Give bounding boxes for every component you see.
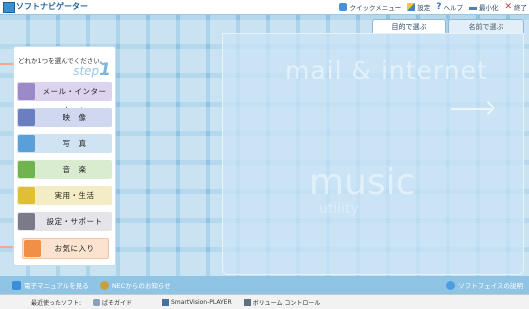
video-icon — [18, 109, 35, 126]
step-indicator: step1 — [73, 60, 111, 80]
title-toolbar: クイックメニュー 設定 ? ヘルプ 最小化 ✕ 終了 — [339, 0, 527, 14]
manual-icon — [12, 280, 21, 290]
title-bar: ソフトナビゲーター クイックメニュー 設定 ? ヘルプ 最小化 ✕ 終了 — [0, 0, 529, 15]
guide-icon — [93, 299, 101, 306]
step-word: step — [73, 64, 100, 78]
volume-icon — [243, 299, 251, 306]
settings-label: 設定 — [417, 4, 431, 12]
recent-item-label: ぱそガイド — [102, 300, 133, 307]
minimize-label: 最小化 — [478, 4, 499, 12]
watermark-utility: utility — [319, 201, 359, 217]
window-title: ソフトナビゲーター — [16, 2, 88, 11]
category-label: 実用・生活 — [54, 191, 95, 200]
favorites-label: お気に入り — [54, 244, 95, 253]
help-icon: ? — [436, 2, 442, 12]
exit-label: 終了 — [514, 4, 527, 12]
minimize-icon — [468, 7, 477, 10]
category-menu: どれか1つを選んでください。 step1 メール・インターネット 映 像 写 真… — [13, 46, 116, 266]
tab-by-name[interactable]: 名前で選ぶ — [448, 19, 524, 34]
category-preview-panel: mail & internet music utility — [222, 33, 524, 275]
watermark-music: music — [309, 162, 416, 203]
recent-item-label: ボリューム コントロール — [252, 300, 321, 307]
help-button[interactable]: ? ヘルプ — [436, 2, 463, 13]
recent-software-label: 最近使ったソフト: — [31, 300, 82, 307]
accent-line-top — [0, 63, 13, 65]
app-icon — [3, 2, 15, 13]
player-icon — [162, 299, 170, 306]
recent-item-smartvision[interactable]: SmartVision-PLAYER — [162, 299, 232, 306]
category-mail-internet[interactable]: メール・インターネット — [17, 82, 112, 115]
softface-label: ソフトフェイスの説明 — [458, 282, 523, 290]
photo-icon — [18, 135, 35, 152]
quick-menu-label: クイックメニュー — [349, 4, 402, 12]
status-bar: 最近使ったソフト: ぱそガイド SmartVision-PLAYER ボリューム… — [0, 294, 529, 309]
favorites-button[interactable]: お気に入り — [22, 238, 109, 259]
arrow-right-icon — [451, 108, 491, 110]
category-label: 設定・サポート — [46, 217, 103, 226]
category-label: 映 像 — [62, 113, 87, 122]
category-photo[interactable]: 写 真 — [17, 134, 112, 153]
quick-menu-button[interactable]: クイックメニュー — [339, 2, 401, 12]
bottom-links: 電子マニュアルを見る NECからのお知らせ — [12, 279, 171, 291]
softface-help[interactable]: ソフトフェイスの説明 — [446, 279, 523, 291]
recent-item-volume[interactable]: ボリューム コントロール — [243, 298, 321, 307]
music-icon — [18, 161, 35, 178]
manual-link[interactable]: 電子マニュアルを見る — [24, 280, 89, 290]
exit-button[interactable]: ✕ 終了 — [504, 2, 527, 13]
category-label: 音 楽 — [62, 165, 87, 174]
category-video[interactable]: 映 像 — [17, 108, 112, 127]
nec-news-icon — [99, 280, 109, 290]
step-number: 1 — [99, 60, 111, 80]
soft-navigator-window: ソフトナビゲーター クイックメニュー 設定 ? ヘルプ 最小化 ✕ 終了 目的で… — [0, 0, 529, 309]
recent-item-label: SmartVision-PLAYER — [171, 299, 232, 306]
category-settings-support[interactable]: 設定・サポート — [17, 212, 112, 231]
nec-news-link[interactable]: NECからのお知らせ — [112, 280, 171, 290]
settings-button[interactable]: 設定 — [407, 2, 430, 12]
quick-menu-icon — [339, 3, 348, 11]
practical-life-icon — [18, 187, 35, 204]
minimize-button[interactable]: 最小化 — [468, 2, 499, 12]
category-label: 写 真 — [62, 139, 87, 148]
category-music[interactable]: 音 楽 — [17, 160, 112, 179]
tab-by-purpose[interactable]: 目的で選ぶ — [372, 19, 446, 34]
accent-line-bottom — [0, 246, 13, 248]
watermark-mail-internet: mail & internet — [285, 56, 488, 85]
softface-icon — [446, 280, 456, 290]
favorites-star-icon — [24, 240, 41, 257]
close-icon: ✕ — [504, 2, 512, 12]
recent-item-pasoguide[interactable]: ぱそガイド — [93, 298, 132, 307]
settings-icon — [407, 3, 416, 11]
settings-support-icon — [18, 213, 35, 230]
help-label: ヘルプ — [443, 4, 463, 12]
category-practical-life[interactable]: 実用・生活 — [17, 186, 112, 205]
mail-internet-icon — [18, 83, 35, 100]
